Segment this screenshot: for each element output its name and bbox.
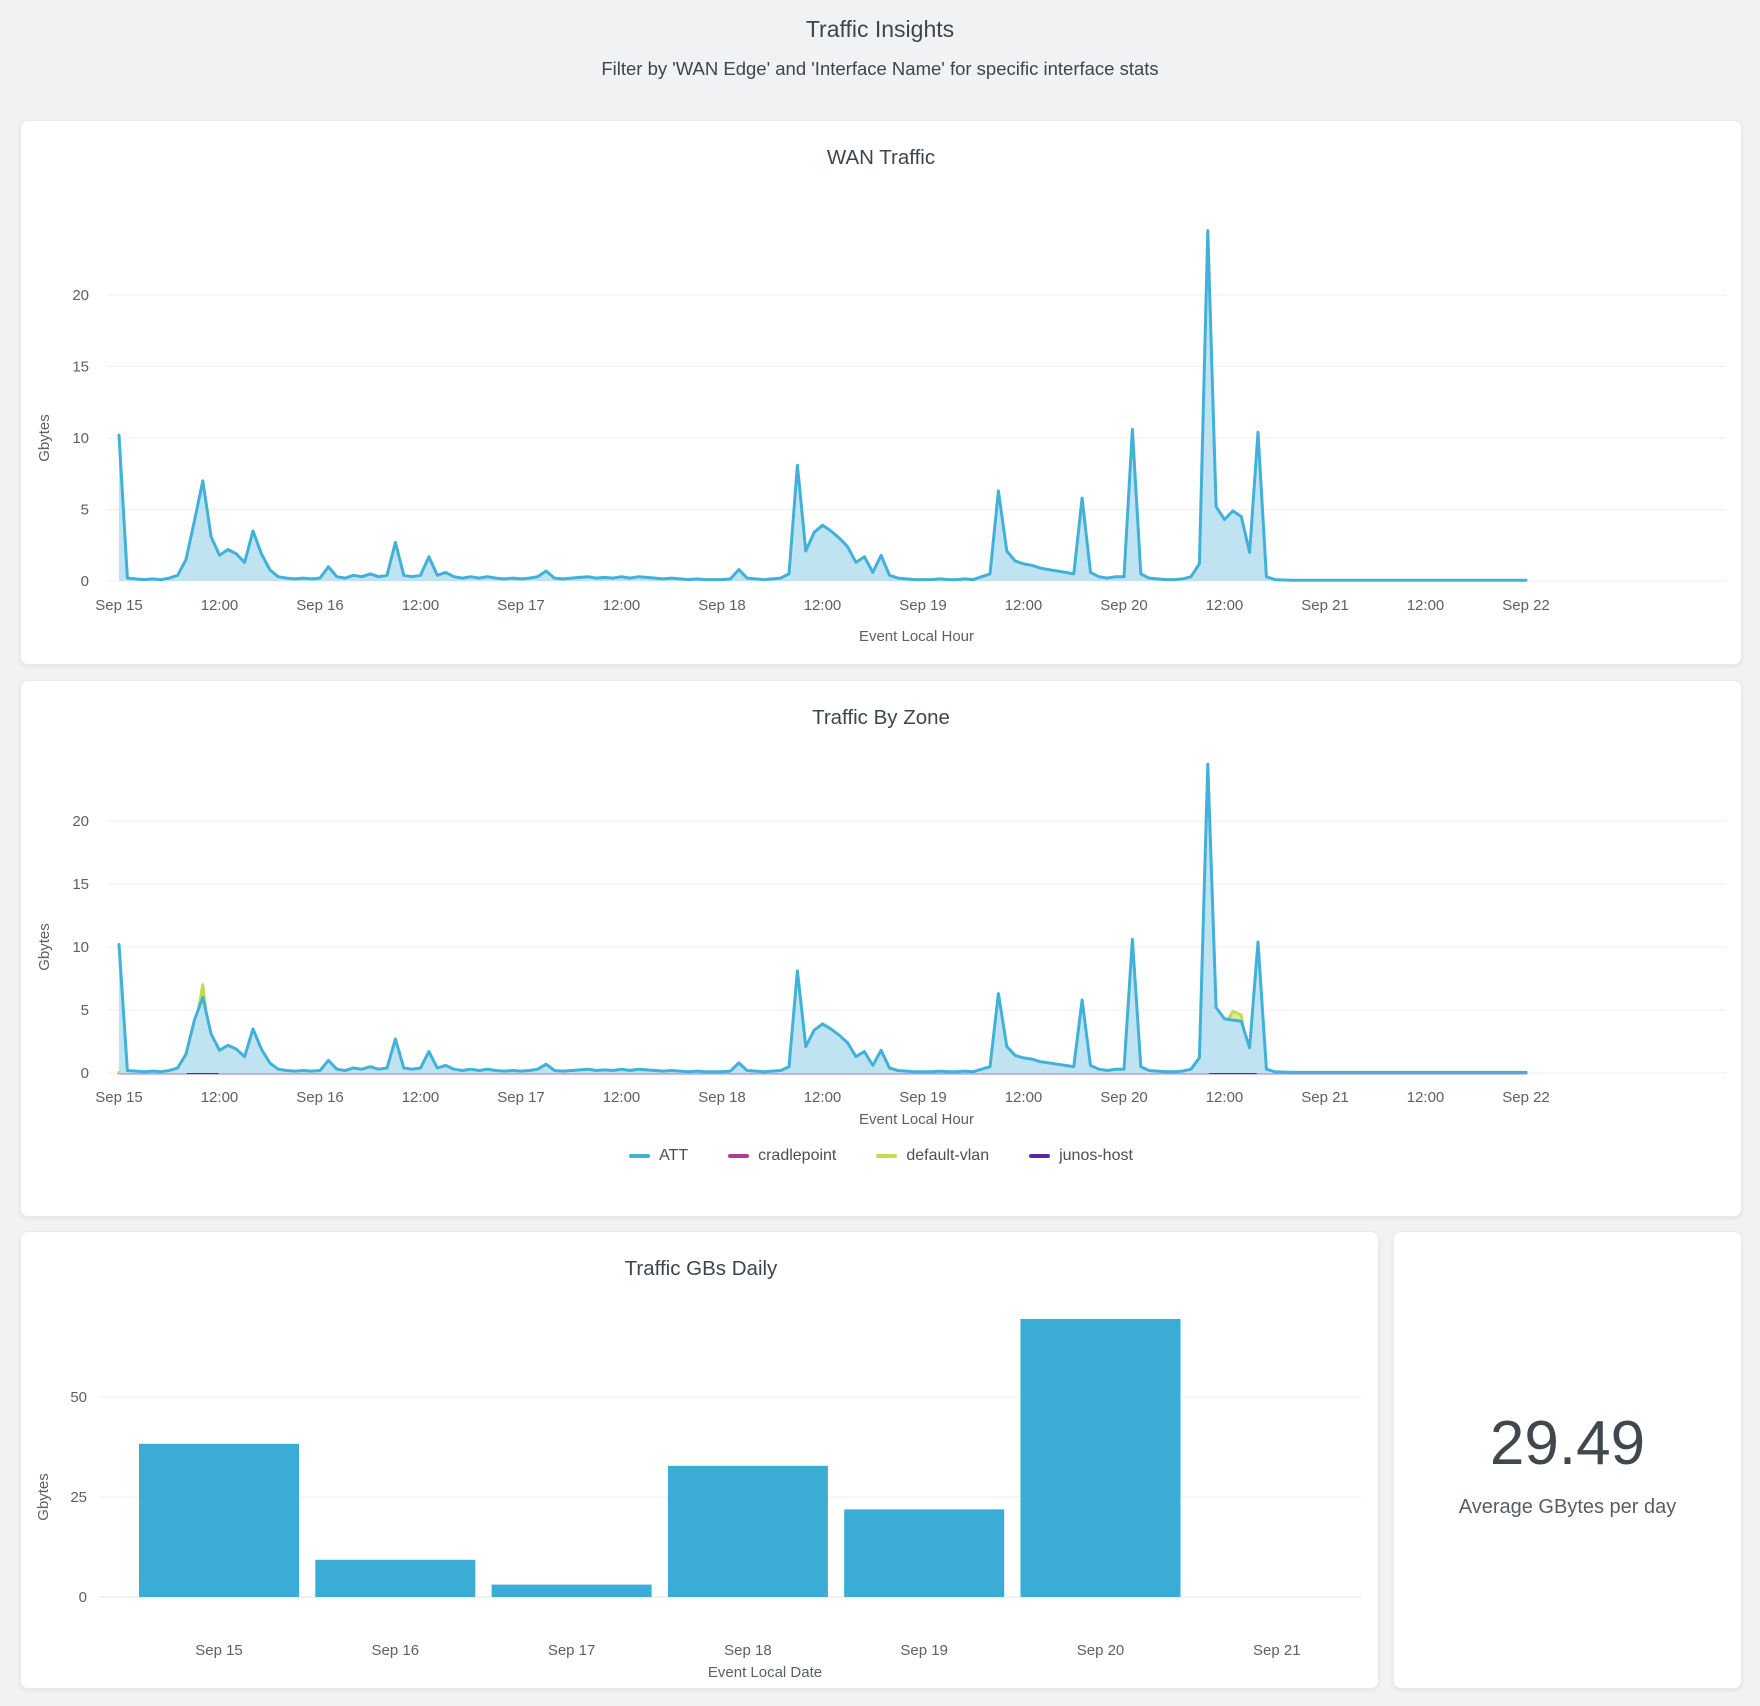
series-WAN <box>117 229 1528 582</box>
average-gbytes-stat-panel: 29.49 Average GBytes per day <box>1393 1231 1742 1689</box>
x-axis-title: Event Local Hour <box>859 1111 974 1128</box>
wan-traffic-panel: 0 5 10 15 20 Gbytes Sep 15 12:00 Sep 16 12:00 Sep … <box>20 120 1742 665</box>
svg-text:Sep 18: Sep 18 <box>698 1089 746 1106</box>
svg-text:Sep 21: Sep 21 <box>1301 1089 1349 1106</box>
traffic-by-zone-chart[interactable]: 05101520GbytesSep 15 12:00 Sep 16 12:00 Sep … <box>21 681 1739 1214</box>
svg-text:0: 0 <box>79 1589 87 1606</box>
svg-text:20: 20 <box>72 813 89 830</box>
svg-text:0: 0 <box>81 1065 89 1082</box>
svg-text:Sep 18: Sep 18 <box>724 1642 772 1659</box>
svg-text:0: 0 <box>81 573 89 590</box>
legend-label-cradlepoint: cradlepoint <box>758 1147 837 1164</box>
page-title: Traffic Insights <box>805 16 955 42</box>
svg-text:Sep 19: Sep 19 <box>899 597 947 614</box>
svg-text:Sep 16: Sep 16 <box>296 1089 344 1106</box>
traffic-by-zone-title: Traffic By Zone <box>812 706 950 729</box>
svg-text:50: 50 <box>70 1389 87 1406</box>
x-axis-title: Event Local Hour <box>859 628 974 645</box>
svg-text:Sep 18: Sep 18 <box>698 597 746 614</box>
bar-sep-15 <box>139 1443 299 1597</box>
svg-text:12:00: 12:00 <box>402 1089 440 1106</box>
y-axis-title: Gbytes <box>35 1473 52 1521</box>
svg-text:Sep 20: Sep 20 <box>1100 1089 1148 1106</box>
svg-text:Sep 17: Sep 17 <box>497 597 545 614</box>
svg-text:Sep 19: Sep 19 <box>899 1089 947 1106</box>
svg-text:15: 15 <box>72 359 89 376</box>
svg-text:Sep 16: Sep 16 <box>296 597 344 614</box>
y-axis-title: Gbytes <box>36 414 53 462</box>
svg-text:10: 10 <box>72 939 89 956</box>
bar-sep-18 <box>667 1465 828 1597</box>
legend-item-default-vlan[interactable]: default-vlan <box>876 1147 989 1165</box>
svg-text:12:00: 12:00 <box>603 1089 641 1106</box>
legend-item-cradlepoint[interactable]: cradlepoint <box>728 1147 836 1165</box>
traffic-gbs-daily-title: Traffic GBs Daily <box>624 1257 778 1280</box>
traffic-by-zone-panel: 0 5 10 15 20 Gbytes Sep 15 12:00 Sep 16 12:00 Sep … <box>20 680 1742 1217</box>
bar-sep-19 <box>844 1509 1005 1597</box>
x-ticks: Sep 15 12:00 Sep 16 12:00 Sep 17 12:00 Sep 18 1… <box>95 597 1550 614</box>
x-axis-title: Event Local Date <box>708 1664 822 1681</box>
dashboard: Traffic Insights Filter by 'WAN Edge' an… <box>0 0 1760 1706</box>
wan-traffic-chart[interactable]: 05101520GbytesSep 15 12:00 Sep 16 12:00 Sep … <box>21 121 1739 662</box>
legend-label-att: ATT <box>659 1147 689 1164</box>
wan-traffic-title: WAN Traffic <box>826 146 936 169</box>
svg-text:Sep 15: Sep 15 <box>95 597 143 614</box>
svg-text:12:00: 12:00 <box>402 597 440 614</box>
page-subtitle: Filter by 'WAN Edge' and 'Interface Name… <box>601 58 1159 79</box>
stat-value: 29.49 <box>1489 1409 1646 1478</box>
svg-text:Sep 21: Sep 21 <box>1301 597 1349 614</box>
legend-swatch-att <box>629 1154 651 1158</box>
legend-label-default-vlan: default-vlan <box>906 1147 990 1164</box>
svg-text:Sep 20: Sep 20 <box>1100 597 1148 614</box>
stat-label: Average GBytes per day <box>1458 1496 1677 1518</box>
svg-text:12:00: 12:00 <box>201 597 239 614</box>
legend-swatch-default-vlan <box>876 1154 898 1158</box>
svg-text:12:00: 12:00 <box>1407 1089 1445 1106</box>
svg-text:10: 10 <box>72 430 89 447</box>
bars: Sep 15 Sep 16 Sep 17 Sep 18 Sep 19 Sep 20 Sep … <box>139 1319 1301 1659</box>
svg-text:12:00: 12:00 <box>1206 597 1244 614</box>
svg-text:25: 25 <box>70 1489 87 1506</box>
traffic-gbs-daily-chart[interactable]: 02550GbytesSep 15 Sep 16 Sep 17 Sep 18 Sep 1… <box>21 1232 1376 1686</box>
svg-text:15: 15 <box>72 876 89 893</box>
legend-item-junos-host[interactable]: junos-host <box>1029 1147 1133 1165</box>
svg-text:Sep 20: Sep 20 <box>1077 1642 1125 1659</box>
legend-label-junos-host: junos-host <box>1059 1147 1133 1164</box>
svg-text:Sep 21: Sep 21 <box>1253 1642 1301 1659</box>
svg-text:20: 20 <box>72 287 89 304</box>
svg-text:Sep 17: Sep 17 <box>497 1089 545 1106</box>
y-grid: 0 5 10 15 20 <box>72 287 1726 590</box>
legend-swatch-junos-host <box>1029 1154 1051 1158</box>
svg-text:5: 5 <box>81 502 89 519</box>
svg-text:Sep 15: Sep 15 <box>195 1642 243 1659</box>
svg-text:12:00: 12:00 <box>201 1089 239 1106</box>
bar-sep-17 <box>491 1584 652 1597</box>
bar-sep-16 <box>315 1559 476 1597</box>
svg-text:12:00: 12:00 <box>603 597 641 614</box>
legend-swatch-cradlepoint <box>728 1154 750 1158</box>
svg-text:12:00: 12:00 <box>804 1089 842 1106</box>
svg-text:12:00: 12:00 <box>1005 1089 1043 1106</box>
svg-text:Sep 15: Sep 15 <box>95 1089 143 1106</box>
svg-text:Sep 22: Sep 22 <box>1502 597 1550 614</box>
svg-text:12:00: 12:00 <box>804 597 842 614</box>
legend-item-att[interactable]: ATT <box>629 1147 688 1165</box>
svg-text:12:00: 12:00 <box>1005 597 1043 614</box>
bar-sep-20 <box>1020 1319 1181 1597</box>
y-grid: 0 5 10 15 20 <box>72 813 1726 1082</box>
svg-text:5: 5 <box>81 1002 89 1019</box>
traffic-gbs-daily-panel: 0 25 50 Gbytes Sep 15 Sep 16 Sep 17 Sep 18 Sep 1… <box>20 1231 1379 1689</box>
x-ticks: Sep 15 12:00 Sep 16 12:00 Sep 17 12:00 Sep 18 1… <box>95 1089 1550 1106</box>
svg-text:Sep 17: Sep 17 <box>548 1642 596 1659</box>
svg-text:Sep 19: Sep 19 <box>900 1642 948 1659</box>
series-ATT <box>117 762 1528 1074</box>
svg-text:12:00: 12:00 <box>1206 1089 1244 1106</box>
y-axis-title: Gbytes <box>36 923 53 971</box>
svg-text:Sep 16: Sep 16 <box>372 1642 420 1659</box>
svg-text:12:00: 12:00 <box>1407 597 1445 614</box>
svg-text:Sep 22: Sep 22 <box>1502 1089 1550 1106</box>
legend: ATT cradlepoint default-vlan junos-host <box>21 1147 1741 1165</box>
